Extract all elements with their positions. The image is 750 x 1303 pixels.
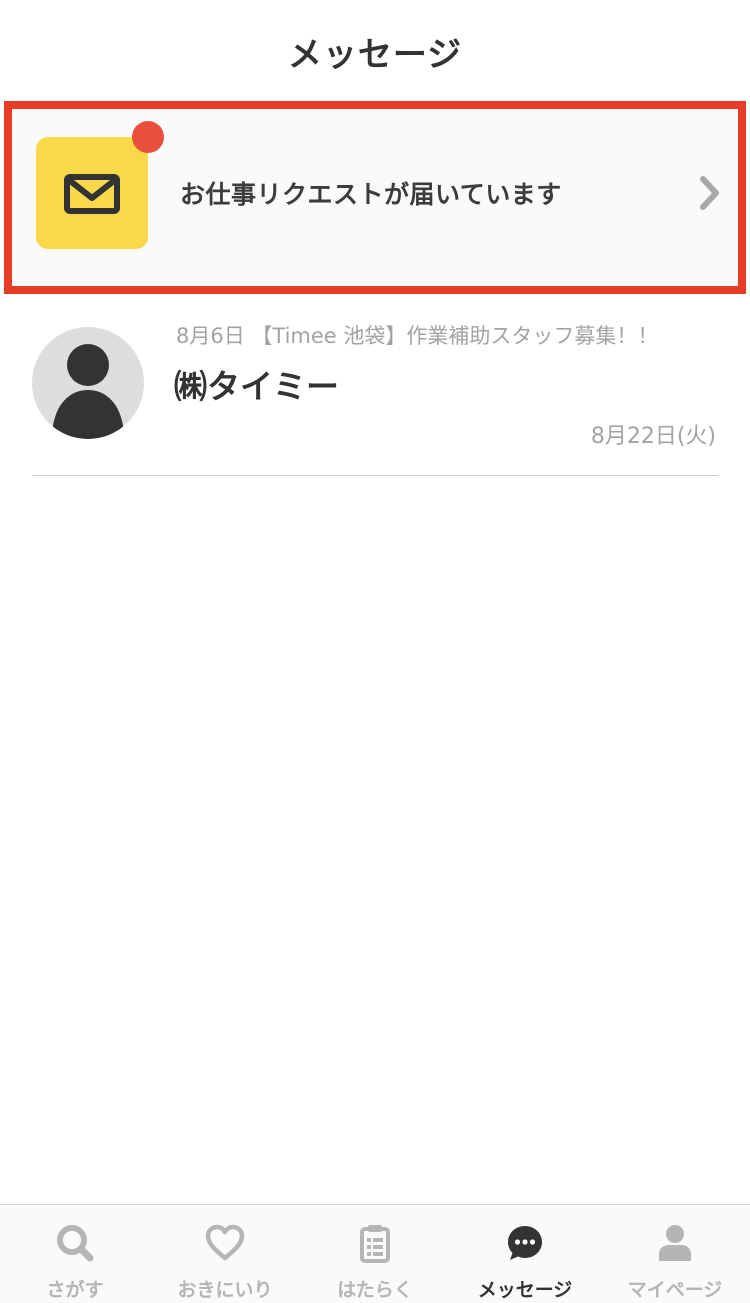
tab-favorites-label: おきにいり xyxy=(177,1279,273,1301)
sender-name: ㈱タイミー xyxy=(174,367,339,406)
user-icon xyxy=(655,1223,695,1263)
bottom-tab-bar: さがす おきにいり はたらく メッセージ マイページ xyxy=(0,1204,750,1303)
messages-screen: メッセージ お仕事リクエストが届いています 8月6日 【Timee 池袋】作業補… xyxy=(0,0,750,1303)
message-preview: 8月6日 【Timee 池袋】作業補助スタッフ募集！！ xyxy=(176,324,659,348)
tab-mypage[interactable]: マイページ xyxy=(600,1205,750,1303)
tab-work[interactable]: はたらく xyxy=(300,1205,450,1303)
message-thread-item[interactable]: 8月6日 【Timee 池袋】作業補助スタッフ募集！！ ㈱タイミー 8月22日(… xyxy=(32,300,718,476)
tab-messages[interactable]: メッセージ xyxy=(450,1205,600,1303)
tab-mypage-label: マイページ xyxy=(627,1279,723,1301)
person-avatar-icon xyxy=(32,327,144,439)
clipboard-icon xyxy=(355,1223,395,1263)
tab-work-label: はたらく xyxy=(337,1279,413,1301)
heart-icon xyxy=(205,1223,245,1263)
job-request-banner[interactable]: お仕事リクエストが届いています xyxy=(4,101,746,294)
job-request-label: お仕事リクエストが届いています xyxy=(180,180,562,209)
tab-search-label: さがす xyxy=(46,1279,104,1301)
mail-tile xyxy=(36,137,148,249)
tab-favorites[interactable]: おきにいり xyxy=(150,1205,300,1303)
search-icon xyxy=(55,1223,95,1263)
mail-icon xyxy=(64,174,120,214)
notification-dot xyxy=(132,121,164,153)
divider xyxy=(32,475,718,476)
header: メッセージ xyxy=(0,0,750,100)
tab-search[interactable]: さがす xyxy=(0,1205,150,1303)
page-title: メッセージ xyxy=(287,34,463,75)
chevron-right-icon xyxy=(700,176,719,210)
message-date: 8月22日(火) xyxy=(590,424,716,449)
chat-bubble-icon xyxy=(505,1223,545,1263)
tab-messages-label: メッセージ xyxy=(477,1279,573,1301)
